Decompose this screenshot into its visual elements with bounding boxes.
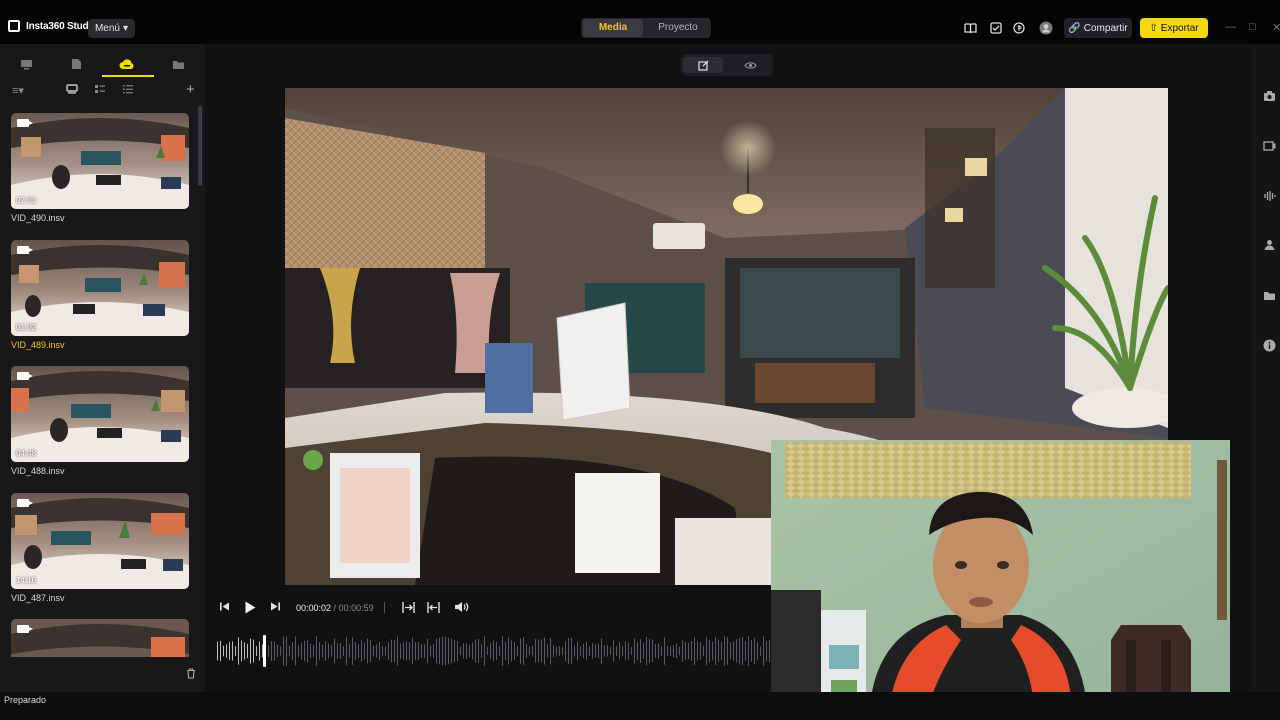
clip-thumbnail: 04:48 — [11, 366, 189, 462]
volume-icon[interactable] — [454, 601, 469, 616]
title-bar: Insta360 Studio Menú ▾ Media Proyecto 🔗 … — [0, 0, 1280, 44]
trim-end-icon[interactable] — [427, 601, 440, 617]
avatar-icon[interactable] — [1039, 21, 1053, 35]
chevron-down-icon: ▾ — [122, 23, 129, 34]
current-time: 00:00:02 — [296, 603, 332, 613]
app-name: Insta360 Studio — [26, 20, 97, 32]
video-edit-icon[interactable] — [1262, 139, 1276, 153]
clip-duration: 01:02 — [16, 323, 37, 332]
sort-icon[interactable]: ≡▾ — [12, 84, 24, 97]
clip-item[interactable]: 02:01 VID_490.insv — [11, 113, 189, 223]
camera-icon[interactable] — [1262, 89, 1276, 103]
maximize-icon[interactable]: □ — [1249, 21, 1256, 33]
tab-media[interactable]: Media — [583, 19, 643, 37]
add-media-icon[interactable]: + — [186, 81, 195, 98]
video-camera-icon — [17, 625, 33, 633]
play-icon[interactable] — [244, 601, 256, 617]
checklist-icon[interactable] — [989, 21, 1003, 35]
tab-monitor-icon[interactable] — [1, 53, 51, 75]
video-camera-icon — [17, 372, 33, 380]
clip-item[interactable] — [11, 619, 189, 657]
audio-icon[interactable] — [1262, 189, 1276, 203]
clip-name: VID_489.insv — [11, 340, 65, 350]
logo-icon — [8, 20, 20, 32]
clip-name: VID_490.insv — [11, 213, 65, 223]
status-text: Preparado — [4, 695, 47, 705]
next-clip-icon[interactable] — [270, 601, 281, 615]
trim-start-icon[interactable] — [402, 601, 415, 617]
controls-divider — [384, 602, 385, 613]
upload-icon: ⇧ — [1149, 22, 1158, 34]
preview-mode-switch — [681, 54, 773, 76]
user-upload-icon[interactable] — [1262, 238, 1276, 252]
tab-folder-icon[interactable] — [153, 53, 203, 75]
tab-cloud-icon[interactable] — [102, 53, 152, 75]
video-camera-icon — [17, 246, 33, 254]
export-button[interactable]: ⇧ Exportar — [1140, 18, 1208, 38]
app-logo: Insta360 Studio — [8, 20, 97, 32]
status-bar: Preparado — [0, 692, 1280, 720]
coin-icon[interactable] — [1012, 21, 1026, 35]
info-icon[interactable] — [1262, 338, 1276, 352]
timeline-waveform[interactable] — [217, 633, 772, 669]
share-button[interactable]: 🔗 Compartir — [1064, 18, 1132, 38]
webcam-overlay — [771, 440, 1230, 698]
share-label: Compartir — [1083, 22, 1128, 34]
video-camera-icon — [17, 499, 33, 507]
view-switcher: Media Proyecto — [581, 18, 711, 38]
menu-button[interactable]: Menú ▾ — [88, 19, 135, 38]
clip-thumbnail — [11, 619, 189, 657]
clip-duration: 04:48 — [16, 449, 37, 458]
media-library-panel: ≡▾ + 02:01 VID_490.insv 01:02 VID_489.in… — [0, 44, 205, 692]
active-tab-indicator — [102, 75, 154, 77]
menu-label: Menú — [94, 23, 120, 34]
tab-sd-card-icon[interactable] — [51, 53, 101, 75]
timeline-playhead[interactable] — [263, 635, 266, 667]
clip-duration: 02:01 — [16, 196, 37, 205]
link-icon: 🔗 — [1068, 22, 1081, 34]
previous-clip-icon[interactable] — [219, 601, 230, 615]
detail-view-icon[interactable] — [94, 84, 106, 97]
edit-icon[interactable] — [683, 57, 723, 73]
minimize-icon[interactable]: — — [1225, 21, 1236, 33]
eye-icon[interactable] — [730, 57, 770, 73]
playback-time: 00:00:02 / 00:00:59 — [296, 603, 374, 613]
clip-thumbnail: 01:02 — [11, 240, 189, 336]
clip-thumbnail: 14:16 — [11, 493, 189, 589]
clip-item[interactable]: 14:16 VID_487.insv — [11, 493, 189, 603]
large-thumbnail-view-icon[interactable] — [66, 84, 78, 97]
tab-project[interactable]: Proyecto — [647, 18, 709, 38]
scrollbar[interactable] — [198, 106, 202, 186]
folder-icon[interactable] — [1262, 288, 1276, 302]
clip-item[interactable]: 01:02 VID_489.insv — [11, 240, 189, 350]
total-time: 00:00:59 — [338, 603, 374, 613]
video-camera-icon — [17, 119, 33, 127]
clip-name: VID_487.insv — [11, 593, 65, 603]
clip-duration: 14:16 — [16, 576, 37, 585]
book-icon[interactable] — [963, 21, 977, 35]
trash-icon[interactable] — [186, 668, 196, 682]
close-icon[interactable]: ✕ — [1272, 21, 1280, 34]
list-view-icon[interactable] — [122, 84, 134, 97]
export-label: Exportar — [1160, 22, 1199, 34]
clip-item[interactable]: 04:48 VID_488.insv — [11, 366, 189, 476]
clip-thumbnail: 02:01 — [11, 113, 189, 209]
clip-name: VID_488.insv — [11, 466, 65, 476]
time-separator: / — [331, 603, 339, 613]
